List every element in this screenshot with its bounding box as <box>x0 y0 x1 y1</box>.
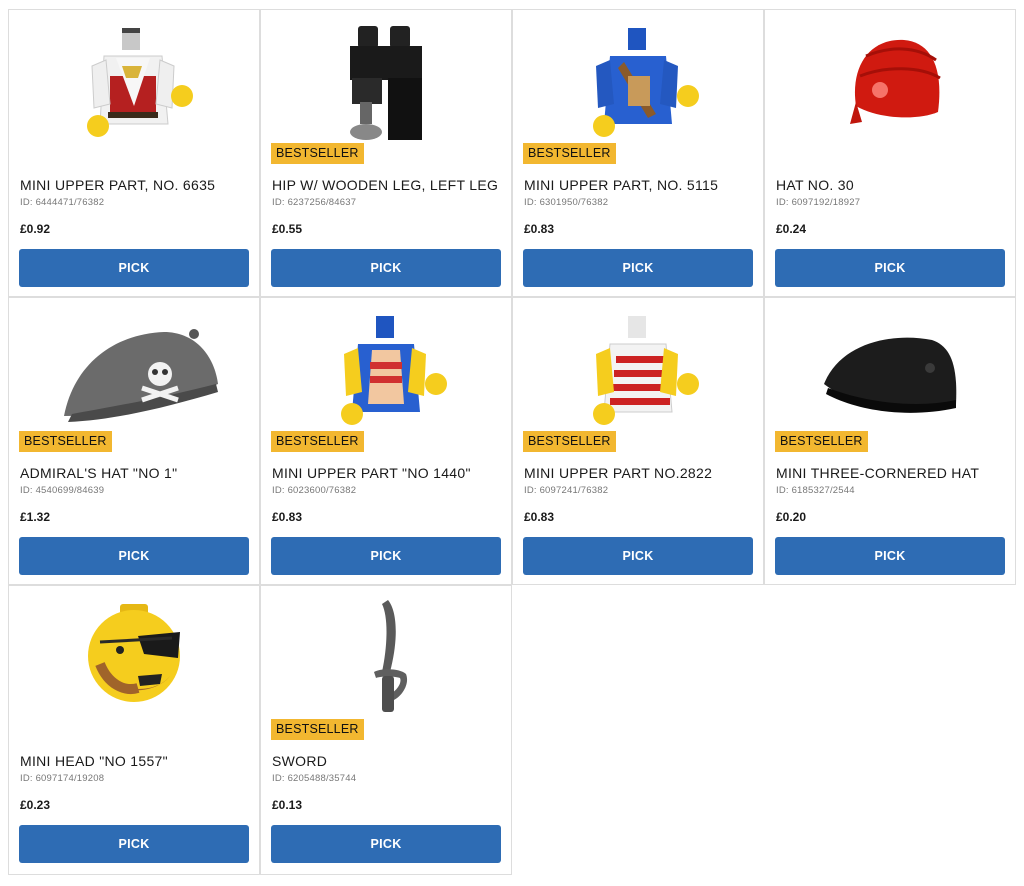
pick-button[interactable]: PICK <box>523 537 753 575</box>
product-id: ID: 6185327/2544 <box>776 485 855 496</box>
product-name: SWORD <box>272 753 328 769</box>
product-name: HAT NO. 30 <box>776 177 854 193</box>
pick-button[interactable]: PICK <box>775 537 1005 575</box>
product-id: ID: 6097174/19208 <box>20 773 105 784</box>
product-image[interactable] <box>765 10 1015 148</box>
product-grid: MINI UPPER PART, NO. 6635 ID: 6444471/76… <box>8 9 1016 875</box>
product-card: BESTSELLER MINI UPPER PART NO.2822 ID: 6… <box>512 297 764 585</box>
product-price: £0.83 <box>524 222 555 236</box>
product-id: ID: 6444471/76382 <box>20 197 105 208</box>
bestseller-badge: BESTSELLER <box>523 143 616 164</box>
bestseller-badge: BESTSELLER <box>19 431 112 452</box>
product-id: ID: 6237256/84637 <box>272 197 357 208</box>
product-image[interactable] <box>261 586 511 724</box>
product-image[interactable] <box>765 298 1015 436</box>
pick-button[interactable]: PICK <box>271 249 501 287</box>
bestseller-badge: BESTSELLER <box>271 431 364 452</box>
product-price: £0.20 <box>776 510 807 524</box>
pick-button[interactable]: PICK <box>271 825 501 863</box>
product-price: £1.32 <box>20 510 51 524</box>
product-id: ID: 6023600/76382 <box>272 485 357 496</box>
product-card: HAT NO. 30 ID: 6097192/18927 £0.24 PICK <box>764 9 1016 297</box>
product-card: BESTSELLER HIP W/ WOODEN LEG, LEFT LEG I… <box>260 9 512 297</box>
product-card: BESTSELLER MINI THREE-CORNERED HAT ID: 6… <box>764 297 1016 585</box>
product-card: BESTSELLER ADMIRAL'S HAT "NO 1" ID: 4540… <box>8 297 260 585</box>
product-name: MINI UPPER PART NO.2822 <box>524 465 713 481</box>
bestseller-badge: BESTSELLER <box>775 431 868 452</box>
product-image[interactable] <box>261 10 511 148</box>
bestseller-badge: BESTSELLER <box>523 431 616 452</box>
product-image[interactable] <box>9 298 259 436</box>
product-name: MINI HEAD "NO 1557" <box>20 753 168 769</box>
product-card: MINI HEAD "NO 1557" ID: 6097174/19208 £0… <box>8 585 260 875</box>
bestseller-badge: BESTSELLER <box>271 143 364 164</box>
product-price: £0.13 <box>272 798 303 812</box>
pick-button[interactable]: PICK <box>19 537 249 575</box>
product-price: £0.83 <box>524 510 555 524</box>
product-card: BESTSELLER MINI UPPER PART "NO 1440" ID:… <box>260 297 512 585</box>
product-id: ID: 6097192/18927 <box>776 197 861 208</box>
pick-button[interactable]: PICK <box>523 249 753 287</box>
pick-button[interactable]: PICK <box>19 249 249 287</box>
product-image[interactable] <box>513 298 763 436</box>
product-card: BESTSELLER SWORD ID: 6205488/35744 £0.13… <box>260 585 512 875</box>
product-name: HIP W/ WOODEN LEG, LEFT LEG <box>272 177 499 193</box>
product-id: ID: 6205488/35744 <box>272 773 357 784</box>
pick-button[interactable]: PICK <box>271 537 501 575</box>
product-name: ADMIRAL'S HAT "NO 1" <box>20 465 178 481</box>
pick-button[interactable]: PICK <box>19 825 249 863</box>
product-id: ID: 6301950/76382 <box>524 197 609 208</box>
product-image[interactable] <box>261 298 511 436</box>
product-id: ID: 4540699/84639 <box>20 485 105 496</box>
product-price: £0.92 <box>20 222 51 236</box>
product-name: MINI THREE-CORNERED HAT <box>776 465 980 481</box>
bestseller-badge: BESTSELLER <box>271 719 364 740</box>
product-name: MINI UPPER PART, NO. 5115 <box>524 177 719 193</box>
product-image[interactable] <box>9 586 259 724</box>
product-price: £0.23 <box>20 798 51 812</box>
product-name: MINI UPPER PART, NO. 6635 <box>20 177 216 193</box>
product-image[interactable] <box>9 10 259 148</box>
product-id: ID: 6097241/76382 <box>524 485 609 496</box>
product-card: BESTSELLER MINI UPPER PART, NO. 5115 ID:… <box>512 9 764 297</box>
product-price: £0.24 <box>776 222 807 236</box>
pick-button[interactable]: PICK <box>775 249 1005 287</box>
product-image[interactable] <box>513 10 763 148</box>
product-price: £0.55 <box>272 222 303 236</box>
product-price: £0.83 <box>272 510 303 524</box>
product-card: MINI UPPER PART, NO. 6635 ID: 6444471/76… <box>8 9 260 297</box>
product-name: MINI UPPER PART "NO 1440" <box>272 465 471 481</box>
